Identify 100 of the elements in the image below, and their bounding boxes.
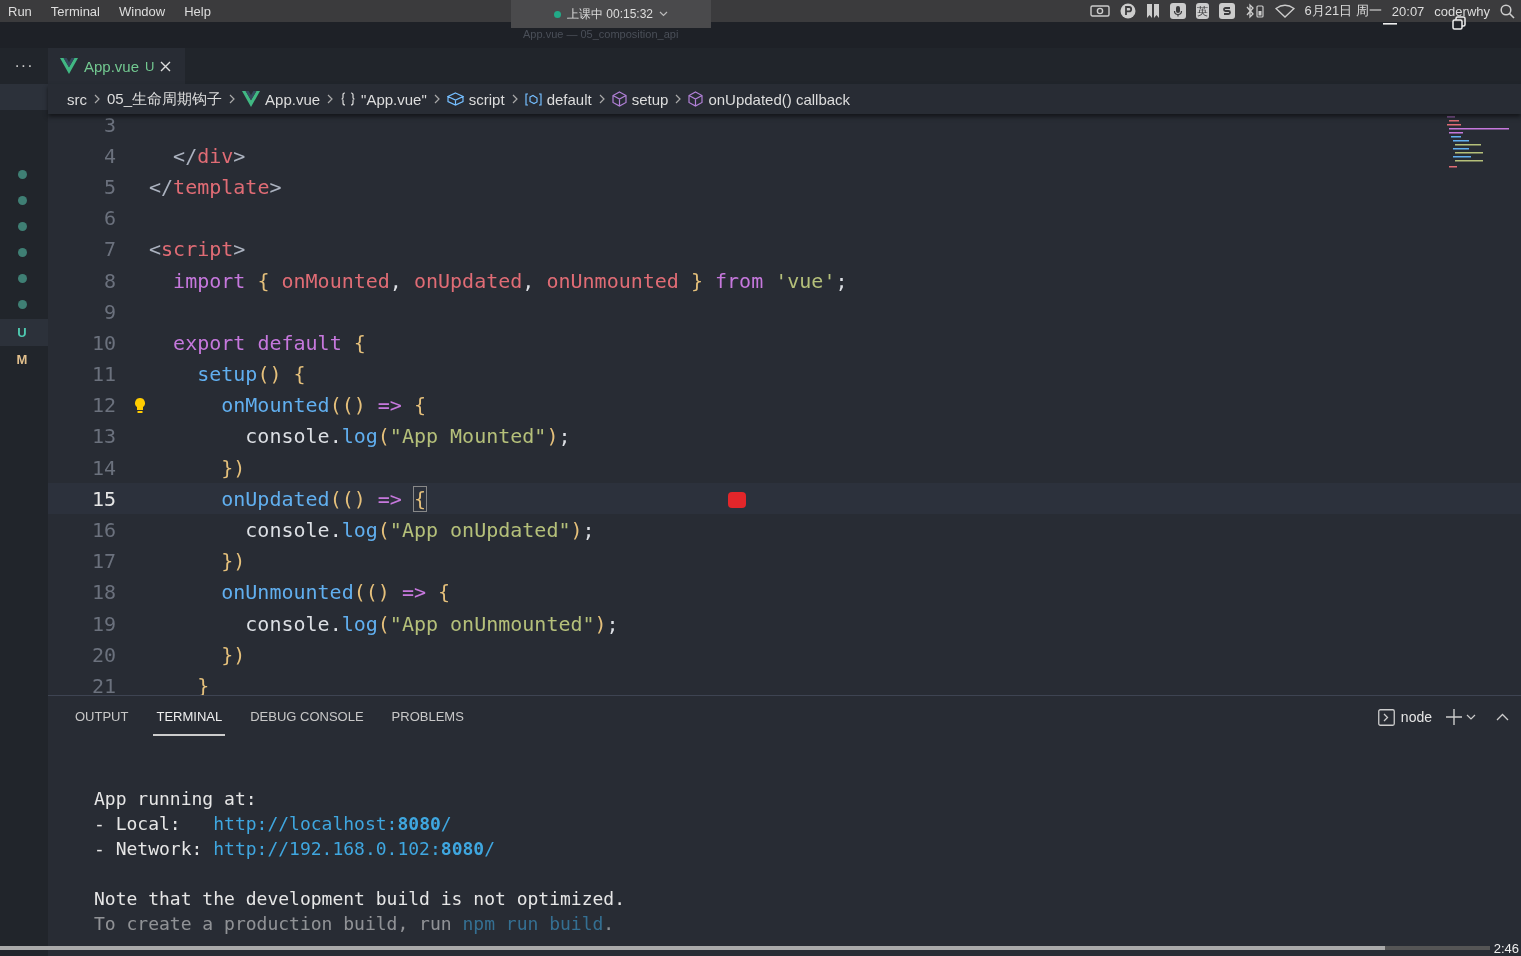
- status-dot-icon: [17, 300, 27, 309]
- chevron-up-icon[interactable]: [1496, 713, 1509, 721]
- code-line: import { onMounted, onUpdated, onUnmounted } from 'vue';: [172, 268, 848, 293]
- breadcrumb-item[interactable]: script: [446, 90, 505, 108]
- line-number: 21: [90, 673, 116, 695]
- circle-p-icon[interactable]: [1119, 3, 1136, 19]
- cursor-icon: [728, 492, 746, 508]
- code-line: onUpdated(() => {: [220, 486, 426, 511]
- line-number: 13: [90, 424, 116, 449]
- code-line: }): [220, 549, 246, 574]
- camera-icon[interactable]: [1089, 4, 1110, 18]
- breadcrumb-item[interactable]: "App.vue": [340, 90, 427, 108]
- variable-icon: [524, 92, 542, 106]
- close-icon[interactable]: [160, 60, 172, 72]
- menu-item[interactable]: Window: [119, 3, 166, 19]
- more-actions-button[interactable]: ···: [14, 57, 34, 75]
- chevron-down-icon[interactable]: [1466, 714, 1476, 720]
- breadcrumb-item[interactable]: default: [524, 90, 592, 108]
- line-number: 11: [90, 362, 116, 387]
- plus-icon[interactable]: [1446, 709, 1462, 725]
- chevron-right-icon: [511, 94, 518, 104]
- status-dot-icon: [17, 170, 27, 179]
- status-dot-icon: [17, 248, 27, 257]
- file-status-letter: U: [17, 325, 27, 340]
- line-number: 18: [90, 580, 116, 605]
- code-line: setup() {: [196, 362, 306, 387]
- line-number: 12: [90, 393, 116, 418]
- cube-icon: [611, 91, 627, 107]
- line-number: 7: [102, 237, 116, 262]
- terminal-line: - Local: http://localhost:8080/: [94, 813, 452, 834]
- recording-dot-icon: [553, 10, 561, 18]
- panel-tab[interactable]: TERMINAL: [153, 698, 226, 736]
- s-logo-icon[interactable]: [1218, 3, 1235, 19]
- code-line: console.log("App Mounted");: [244, 424, 571, 449]
- terminal-line: App running at:: [94, 788, 257, 809]
- line-number: 9: [102, 299, 116, 324]
- session-timer: 上课中 00:15:32: [566, 5, 653, 23]
- menu-item[interactable]: Terminal: [50, 3, 100, 19]
- status-dot-icon: [17, 196, 27, 205]
- user-name[interactable]: coderwhy: [1434, 3, 1490, 19]
- date-text: 6月21日 周一: [1304, 2, 1382, 20]
- chevron-right-icon: [327, 94, 334, 104]
- code-line: </template>: [149, 174, 282, 199]
- terminal-icon: [1377, 708, 1395, 726]
- code-line: onMounted(() => {: [220, 393, 426, 418]
- line-number: 4: [102, 143, 116, 168]
- editor-tab[interactable]: App.vue U: [48, 48, 186, 84]
- line-number: 17: [90, 549, 116, 574]
- code-line: </div>: [172, 143, 246, 168]
- vue-logo-icon: [60, 58, 78, 74]
- braces-icon: [340, 92, 357, 106]
- video-time: 2:46: [1492, 940, 1520, 956]
- code-line: export default {: [172, 330, 366, 355]
- file-status-letter: M: [16, 352, 28, 367]
- line-number: 20: [90, 642, 116, 667]
- chevron-right-icon: [675, 94, 682, 104]
- status-dot-icon: [17, 222, 27, 231]
- input-method-indicator[interactable]: 英: [1195, 3, 1209, 19]
- vue-logo-icon: [242, 91, 261, 107]
- bluetooth-battery-icon[interactable]: [1244, 3, 1265, 19]
- box-icon: [446, 92, 464, 106]
- search-icon[interactable]: [1500, 3, 1515, 19]
- code-line: console.log("App onUpdated");: [244, 518, 595, 543]
- panel-tab[interactable]: DEBUG CONSOLE: [247, 698, 367, 736]
- wifi-icon[interactable]: [1274, 4, 1295, 18]
- breadcrumb-item[interactable]: onUpdated() callback: [688, 90, 851, 108]
- menu-item[interactable]: Help: [184, 3, 211, 19]
- file-status-row[interactable]: U: [0, 319, 48, 346]
- code-line: <script>: [149, 237, 246, 262]
- breadcrumb-item[interactable]: 05_生命周期钩子: [107, 89, 223, 109]
- line-number: 3: [102, 114, 116, 137]
- bookmark-icon[interactable]: [1145, 3, 1160, 19]
- chevron-right-icon: [598, 94, 605, 104]
- breadcrumb-item[interactable]: App.vue: [242, 90, 321, 108]
- terminal-line: To create a production build, run npm run build.: [94, 913, 615, 934]
- chevron-right-icon: [229, 94, 236, 104]
- file-status-row[interactable]: M: [0, 346, 48, 373]
- line-number: 10: [90, 330, 116, 355]
- panel-tab[interactable]: OUTPUT: [72, 698, 132, 736]
- code-line: }): [220, 455, 246, 480]
- line-number: 15: [90, 486, 116, 511]
- session-toast[interactable]: 上课中 00:15:32: [511, 0, 711, 28]
- code-line: console.log("App onUnmounted");: [244, 611, 619, 636]
- breadcrumb-item[interactable]: src: [67, 90, 87, 108]
- line-number: 5: [102, 174, 116, 199]
- breadcrumb-item[interactable]: setup: [611, 90, 669, 108]
- terminal-line: Note that the development build is not optimized.: [94, 888, 625, 909]
- chevron-right-icon: [94, 94, 100, 104]
- lightbulb-icon[interactable]: [134, 396, 146, 414]
- cube-icon: [688, 91, 704, 107]
- minimize-icon[interactable]: [1383, 22, 1397, 26]
- panel-tab[interactable]: PROBLEMS: [388, 698, 467, 736]
- chevron-down-icon: [659, 11, 668, 17]
- status-dot-icon: [17, 274, 27, 283]
- line-number: 19: [90, 611, 116, 636]
- microphone-icon[interactable]: [1169, 3, 1186, 19]
- terminal-selector[interactable]: node: [1377, 708, 1432, 726]
- menu-item[interactable]: Run: [8, 3, 32, 19]
- terminal-line: - Network: http://192.168.0.102:8080/: [94, 838, 495, 859]
- line-number: 14: [90, 455, 116, 480]
